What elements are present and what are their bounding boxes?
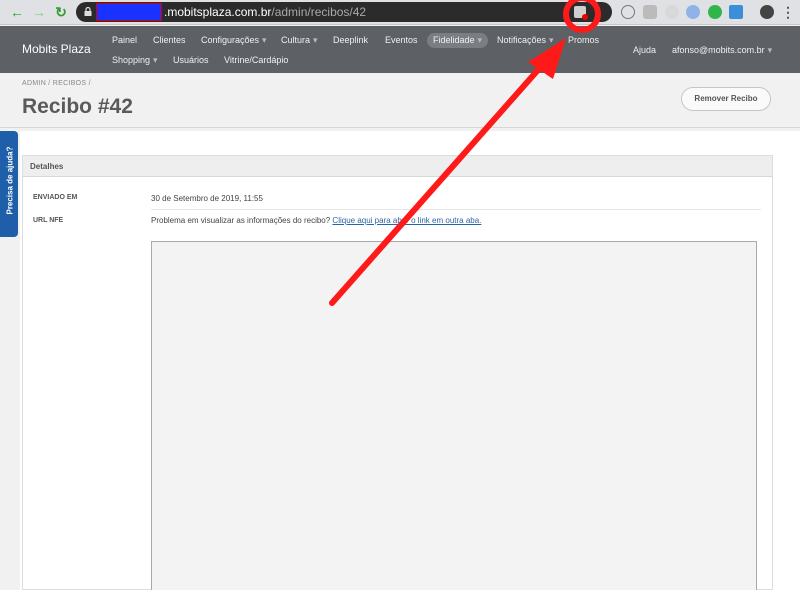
extension-icon[interactable] [686, 5, 700, 19]
back-arrow-icon[interactable]: ← [9, 4, 25, 20]
details-panel: Detalhes ENVIADO EM 30 de Setembro de 20… [22, 155, 773, 590]
panel-header: Detalhes [23, 156, 772, 177]
chevron-down-icon: ▾ [767, 45, 773, 55]
nav-notificacoes[interactable]: Notificações ▾ [497, 35, 554, 46]
address-bar[interactable]: .mobitsplaza.com.br/admin/recibos/42 [76, 2, 612, 22]
brand-logo[interactable]: Mobits Plaza [22, 42, 91, 56]
help-tab-label: Precisa de ajuda? [5, 146, 15, 215]
reload-icon[interactable]: ↻ [53, 4, 69, 20]
chevron-down-icon: ▾ [477, 35, 483, 45]
extension-icon[interactable] [621, 5, 635, 19]
url-text: .mobitsplaza.com.br/admin/recibos/42 [164, 5, 367, 19]
nfe-url-value: Problema em visualizar as informações do… [151, 216, 482, 225]
sent-at-label: ENVIADO EM [33, 194, 78, 201]
sent-at-value: 30 de Setembro de 2019, 11:55 [151, 194, 263, 203]
nav-clientes[interactable]: Clientes [153, 35, 186, 45]
nav-painel[interactable]: Painel [112, 35, 137, 45]
nav-deeplink[interactable]: Deeplink [333, 35, 368, 45]
nav-promos[interactable]: Promos [568, 35, 599, 45]
chevron-down-icon: ▾ [262, 35, 267, 45]
nav-configuracoes[interactable]: Configurações ▾ [201, 35, 267, 46]
user-menu[interactable]: afonso@mobits.com.br ▾ [672, 45, 772, 56]
nav-cultura[interactable]: Cultura ▾ [281, 35, 318, 46]
nav-fidelidade[interactable]: Fidelidade ▾ [427, 33, 489, 48]
extension-icon[interactable] [708, 5, 722, 19]
redacted-subdomain [96, 3, 162, 21]
browser-toolbar: ← → ↻ .mobitsplaza.com.br/admin/recibos/… [0, 0, 800, 25]
remove-receipt-button[interactable]: Remover Recibo [681, 87, 771, 111]
blocked-content-icon[interactable] [574, 6, 588, 20]
avatar[interactable] [760, 5, 774, 19]
nfe-iframe[interactable] [151, 241, 757, 590]
extension-icon[interactable] [643, 5, 657, 19]
help-tab[interactable]: Precisa de ajuda? [0, 131, 18, 237]
nfe-url-label: URL NFE [33, 217, 64, 224]
extension-icon[interactable] [729, 5, 743, 19]
nav-shopping[interactable]: Shopping ▾ [112, 55, 158, 66]
chevron-down-icon: ▾ [153, 55, 158, 65]
open-link-new-tab[interactable]: Clique aqui para abrir o link em outra a… [332, 216, 481, 225]
divider [151, 209, 761, 210]
chevron-down-icon: ▾ [313, 35, 318, 45]
page-title: Recibo #42 [22, 95, 133, 118]
app-header: Mobits Plaza Painel Clientes Configuraçõ… [0, 26, 800, 73]
nav-eventos[interactable]: Eventos [385, 35, 418, 45]
nav-vitrine[interactable]: Vitrine/Cardápio [224, 55, 288, 65]
panel-title: Detalhes [30, 162, 64, 171]
forward-arrow-icon[interactable]: → [31, 4, 47, 20]
page-header: ADMIN / RECIBOS / Recibo #42 Remover Rec… [0, 73, 800, 128]
help-link[interactable]: Ajuda [633, 45, 656, 55]
breadcrumb[interactable]: ADMIN / RECIBOS / [22, 80, 91, 87]
lock-icon [84, 7, 92, 16]
nav-usuarios[interactable]: Usuários [173, 55, 209, 65]
extension-icon[interactable] [665, 5, 679, 19]
chevron-down-icon: ▾ [549, 35, 554, 45]
menu-dots-icon[interactable]: ⋮ [780, 4, 796, 20]
